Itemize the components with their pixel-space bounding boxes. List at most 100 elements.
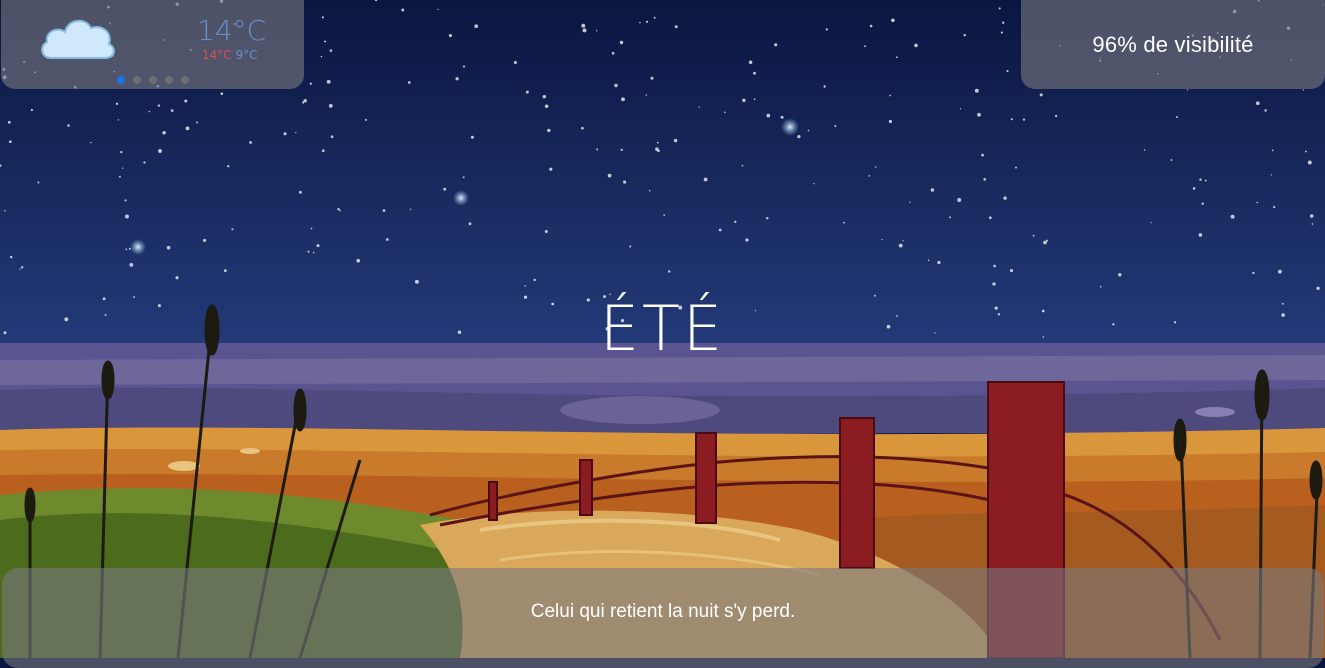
star [807,129,810,132]
quote-text: Celui qui retient la nuit s'y perd. [530,601,796,622]
cloud-icon [41,19,115,59]
star [748,60,753,65]
star [881,238,883,241]
star [734,220,737,223]
star [129,263,134,267]
star [1230,214,1235,219]
star [448,34,452,38]
star [823,85,826,88]
star [843,221,845,224]
star [125,248,128,251]
star [1271,149,1274,152]
star [525,90,529,94]
star [524,285,526,287]
visibility-label: 96% de visibilité [1092,31,1254,57]
star [889,94,892,97]
min-temperature: 9°C [235,48,258,62]
star [1252,271,1255,275]
star [766,217,769,220]
star [196,121,198,124]
star [674,25,678,29]
star [227,165,230,168]
star [611,51,615,55]
star [1270,174,1272,176]
star [902,239,904,242]
pagination-dot[interactable] [149,76,157,84]
star [1010,118,1013,121]
star [316,244,320,248]
weather-card[interactable]: 14°C 14°C 9°C [1,0,304,89]
pagination-dot[interactable] [181,76,189,84]
star [649,189,651,192]
star [614,83,618,88]
star [1118,273,1122,277]
star [992,282,996,286]
star [328,104,333,108]
carousel-pagination [117,76,189,84]
star [868,175,871,177]
star [1316,286,1320,291]
star [118,175,121,178]
pagination-dot[interactable] [117,76,125,84]
star [162,130,166,135]
star [298,190,302,194]
star [9,255,13,259]
star [115,102,119,106]
star [364,118,367,121]
star [1043,240,1047,245]
star [1192,187,1196,190]
star [909,201,911,203]
star [869,24,873,28]
star [307,250,310,253]
star [437,8,439,11]
max-temperature: 14°C [202,48,232,62]
star [337,208,340,211]
star [1307,160,1312,165]
star [753,98,756,101]
pagination-dot[interactable] [165,76,173,84]
star [959,108,962,110]
star [898,243,903,248]
star [19,268,21,270]
star [742,98,746,103]
star [1201,202,1204,205]
star [1256,201,1258,204]
star [513,60,517,65]
star [1198,233,1203,237]
star [698,106,700,108]
star [544,104,549,108]
star [930,188,935,192]
star [401,8,405,12]
star [184,99,188,103]
star [703,177,708,182]
star [937,260,941,265]
star [470,135,474,139]
pagination-dot[interactable] [133,76,141,84]
star [1302,89,1305,91]
star [120,150,123,154]
star [656,141,659,144]
star [283,132,287,136]
temperature-range: 14°C 9°C [202,48,258,62]
star [158,149,162,153]
star [581,126,584,130]
star [668,270,671,273]
star [1015,166,1017,169]
star [175,276,179,280]
star [462,65,466,68]
star [1170,159,1173,161]
star [657,149,660,153]
star [1255,101,1260,106]
star [1000,31,1003,34]
star [312,251,315,254]
star [645,20,649,23]
star [619,40,624,45]
star [542,95,546,99]
star [620,148,623,152]
star [623,180,627,184]
star [780,115,784,119]
star [753,71,756,75]
star [330,135,334,139]
star [474,24,479,29]
star [993,264,996,268]
